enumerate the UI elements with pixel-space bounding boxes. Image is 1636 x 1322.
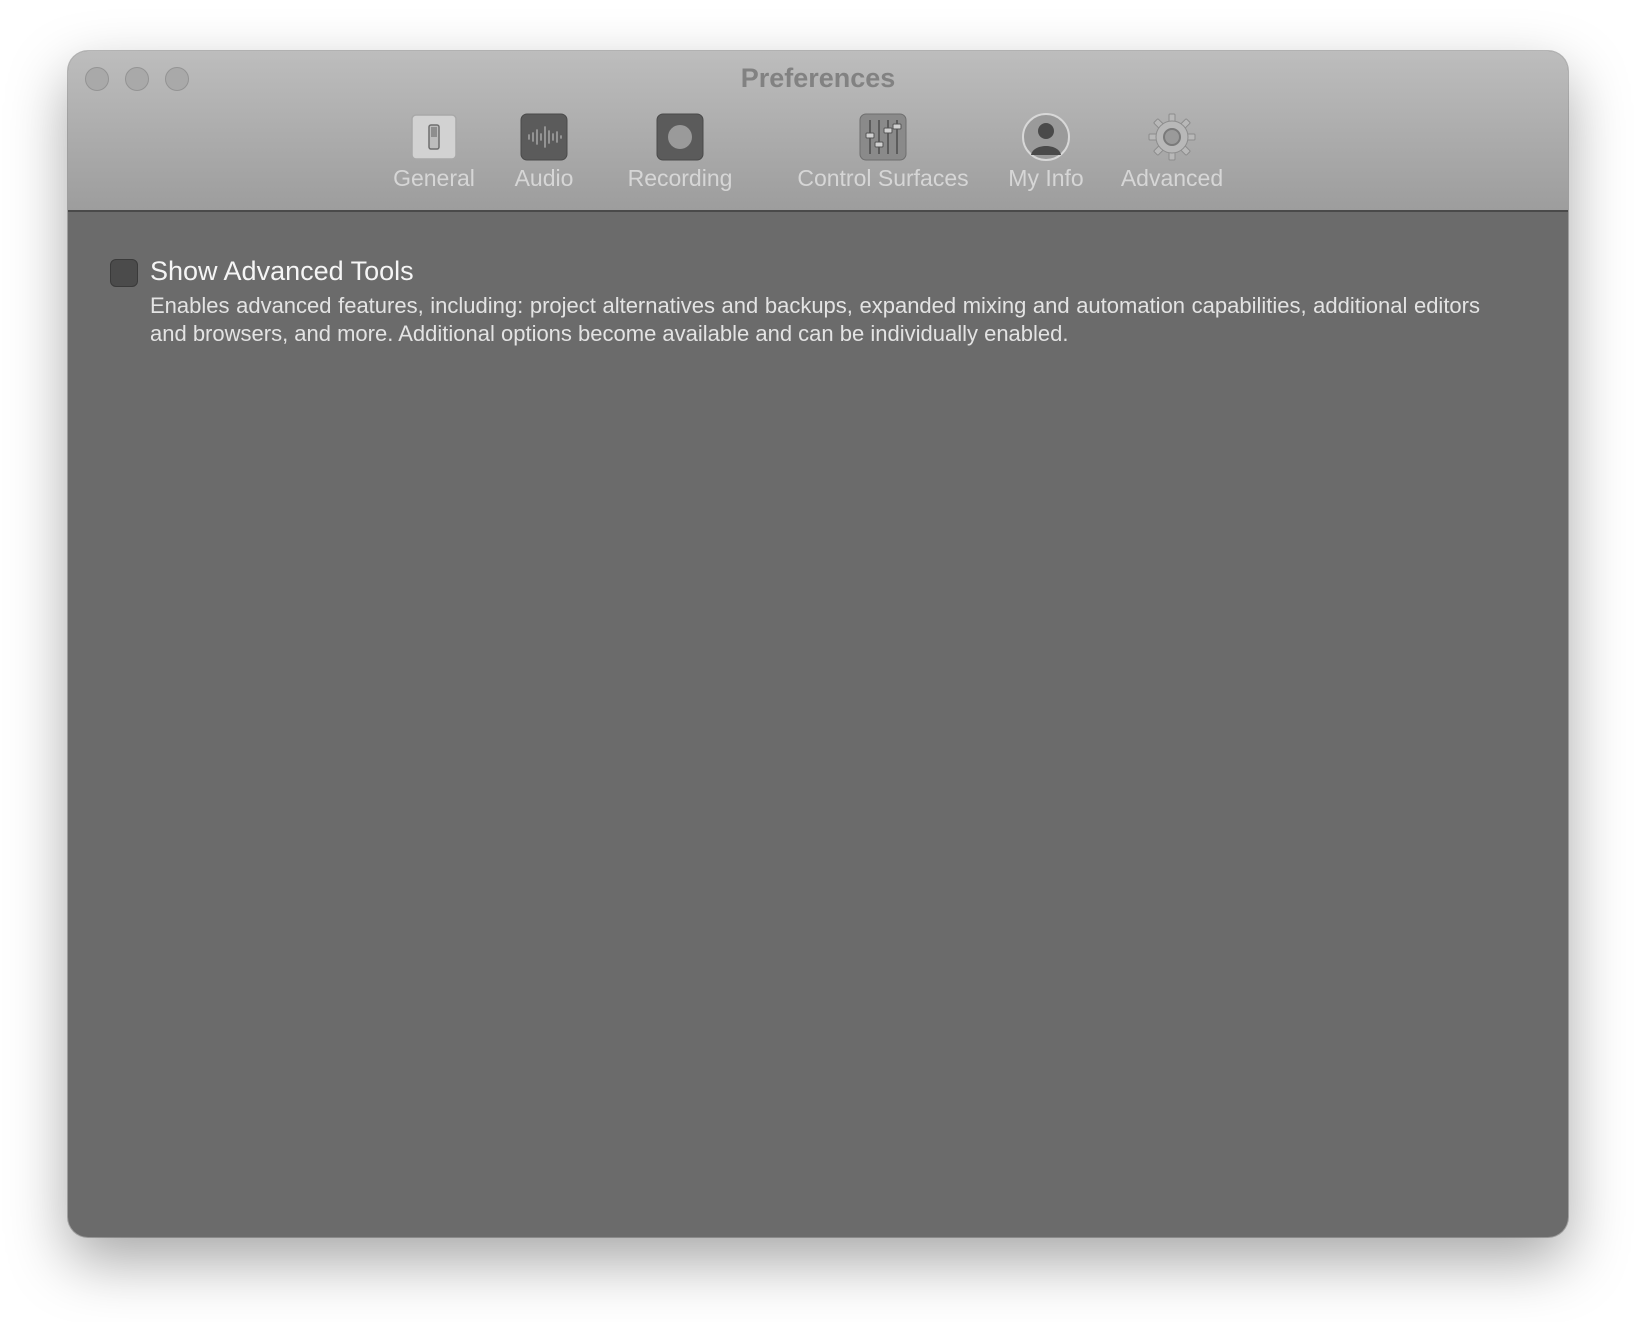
tab-general[interactable]: General (384, 113, 484, 192)
show-advanced-tools-description: Enables advanced features, including: pr… (150, 293, 1480, 346)
faders-icon (859, 113, 907, 161)
tab-general-label: General (393, 165, 475, 191)
person-icon (1022, 113, 1070, 161)
show-advanced-tools-checkbox[interactable] (110, 259, 138, 287)
waveform-icon (520, 113, 568, 161)
tab-advanced-label: Advanced (1120, 165, 1224, 191)
tab-recording[interactable]: Recording (625, 113, 735, 192)
switch-icon (411, 114, 457, 160)
window-title: Preferences (740, 63, 896, 93)
tab-advanced[interactable]: Advanced (1109, 113, 1235, 192)
tab-audio[interactable]: Audio (509, 113, 579, 192)
tab-recording-label: Recording (627, 165, 733, 191)
show-advanced-tools-label[interactable]: Show Advanced Tools (150, 256, 414, 287)
gear-icon (1148, 113, 1196, 161)
record-icon (656, 113, 704, 161)
tab-my-info-label: My Info (1008, 165, 1084, 191)
tab-control-surfaces[interactable]: Control Surfaces (788, 113, 978, 192)
tab-audio-label: Audio (514, 165, 574, 191)
preferences-window: Preferences General Audio Recording Cont… (68, 51, 1568, 1237)
tab-control-surfaces-label: Control Surfaces (797, 165, 969, 191)
title-bar: Preferences General Audio Recording Cont… (68, 51, 1568, 212)
tab-my-info[interactable]: My Info (996, 113, 1096, 192)
